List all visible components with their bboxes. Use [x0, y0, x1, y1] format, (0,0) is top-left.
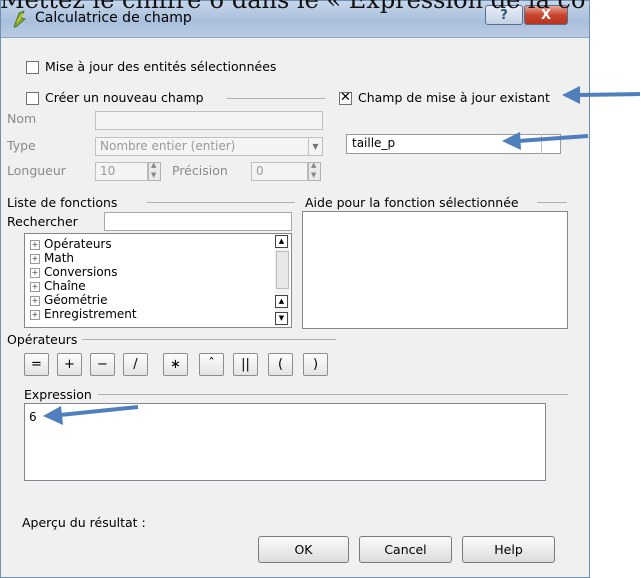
- create-field-label: Créer un nouveau champ: [45, 90, 204, 105]
- function-list-group-line: [147, 202, 295, 203]
- update-existing-checkbox[interactable]: [339, 90, 352, 105]
- operator-concat-button[interactable]: ||: [233, 353, 258, 376]
- expand-icon[interactable]: +: [30, 282, 40, 292]
- preview-label: Aperçu du résultat :: [22, 515, 146, 530]
- search-label: Rechercher: [7, 214, 78, 229]
- operator-minus-button[interactable]: −: [90, 353, 115, 376]
- create-field-group-line: [227, 98, 325, 99]
- expand-icon[interactable]: +: [30, 296, 40, 306]
- expand-icon[interactable]: +: [30, 240, 40, 250]
- arrow-update-existing-icon: [562, 86, 641, 104]
- scroll-down-icon[interactable]: ▼: [275, 312, 288, 325]
- help-panel-label: Aide pour la fonction sélectionnée: [305, 195, 519, 210]
- name-label: Nom: [7, 111, 37, 126]
- operator-divide-button[interactable]: /: [123, 353, 148, 376]
- cancel-button[interactable]: Cancel: [359, 536, 452, 563]
- operators-group-line: [82, 339, 336, 340]
- function-list-label: Liste de fonctions: [7, 195, 118, 210]
- scroll-up-icon[interactable]: ▲: [275, 235, 288, 248]
- operator-multiply-button[interactable]: ∗: [163, 353, 188, 376]
- operator-close-paren-button[interactable]: ): [303, 353, 328, 376]
- tree-item-string[interactable]: + Chaîne: [30, 279, 86, 293]
- tree-item-math[interactable]: + Math: [30, 251, 74, 265]
- help-panel-group-line: [537, 202, 567, 203]
- operator-equals-button[interactable]: =: [24, 353, 49, 376]
- precision-label: Précision: [172, 163, 228, 178]
- length-spin-arrows-icon[interactable]: [148, 161, 161, 181]
- help-button[interactable]: Help: [462, 536, 555, 563]
- name-input[interactable]: [95, 111, 323, 130]
- tree-item-operators[interactable]: + Opérateurs: [30, 237, 112, 251]
- precision-spin-arrows-icon[interactable]: [308, 161, 321, 181]
- expand-icon[interactable]: +: [30, 268, 40, 278]
- arrow-existing-field-icon: [502, 132, 589, 150]
- operators-label: Opérateurs: [7, 332, 78, 347]
- precision-spinbox[interactable]: 0: [251, 162, 308, 181]
- length-spinbox[interactable]: 10: [95, 162, 148, 181]
- scrollbar-thumb[interactable]: [276, 251, 289, 289]
- update-existing-label: Champ de mise à jour existant: [358, 90, 550, 105]
- operator-plus-button[interactable]: +: [57, 353, 82, 376]
- arrow-expression-icon: [43, 405, 139, 425]
- help-panel: [302, 211, 568, 329]
- type-select[interactable]: Nombre entier (entier): [95, 137, 323, 156]
- scroll-up-icon-2[interactable]: ▲: [275, 295, 288, 308]
- type-label: Type: [7, 138, 36, 153]
- tree-item-conversions[interactable]: + Conversions: [30, 265, 118, 279]
- ok-button[interactable]: OK: [258, 536, 349, 563]
- function-tree[interactable]: + Opérateurs + Math + Conversions + Chaîne +…: [24, 233, 292, 328]
- type-select-value: Nombre entier (entier): [100, 139, 236, 153]
- length-label: Longueur: [7, 163, 66, 178]
- type-dropdown-icon[interactable]: ▼: [308, 137, 322, 156]
- tree-item-geometry[interactable]: + Géométrie: [30, 293, 107, 307]
- update-selected-label: Mise à jour des entités sélectionnées: [45, 59, 277, 74]
- expand-icon[interactable]: +: [30, 254, 40, 264]
- field-calculator-window: Calculatrice de champ ? X Mise à jour de…: [0, 0, 590, 578]
- create-field-checkbox[interactable]: [26, 92, 39, 105]
- tree-item-record[interactable]: + Enregistrement: [30, 307, 137, 321]
- search-input[interactable]: [104, 212, 292, 231]
- expression-group-line: [98, 394, 568, 395]
- document-caption: Mettez le chiffre 6 dans le « Expression…: [0, 0, 586, 14]
- expand-icon[interactable]: +: [30, 310, 40, 320]
- update-selected-checkbox[interactable]: [26, 61, 39, 74]
- tree-scrollbar[interactable]: ▲ ▲ ▼: [275, 235, 289, 326]
- operator-open-paren-button[interactable]: (: [268, 353, 293, 376]
- existing-field-value: taille_p: [352, 136, 396, 150]
- operator-power-button[interactable]: ˆ: [199, 353, 224, 376]
